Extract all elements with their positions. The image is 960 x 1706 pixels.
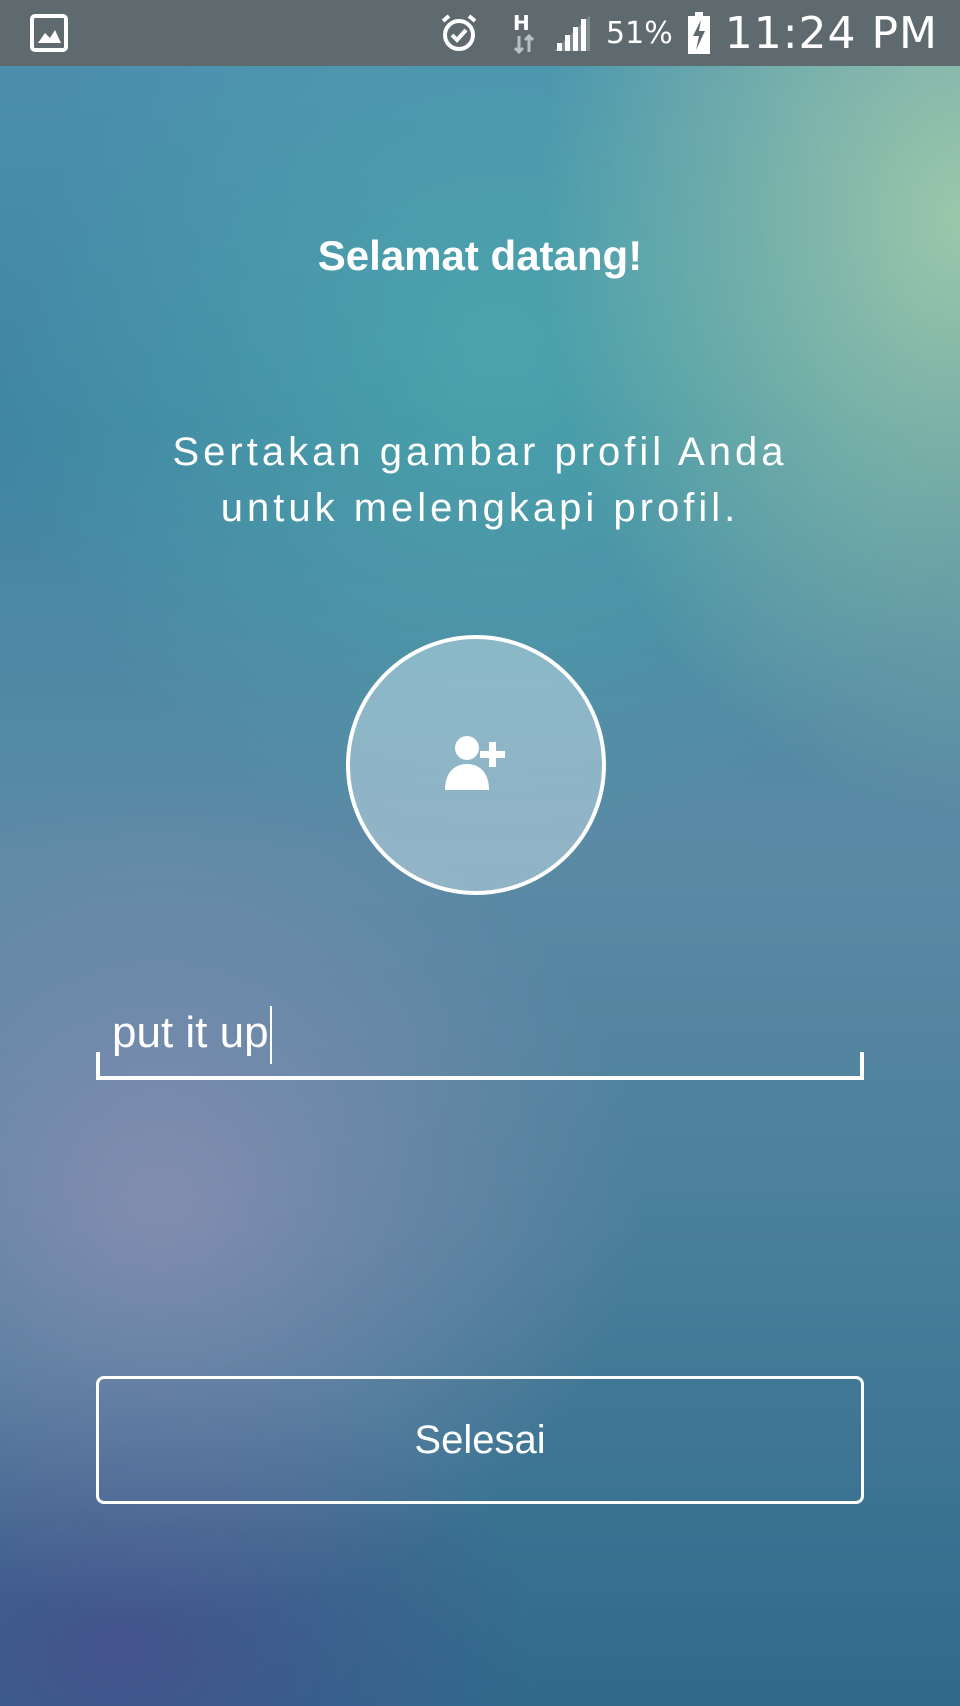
subtitle-line-2: untuk melengkapi profil. bbox=[220, 486, 740, 530]
done-button-label: Selesai bbox=[414, 1417, 546, 1462]
gallery-notification-icon bbox=[30, 14, 68, 52]
welcome-title: Selamat datang! bbox=[317, 232, 643, 279]
name-input[interactable]: put it up bbox=[112, 1000, 842, 1066]
screen: H 51% 11:24 PM Selamat datang! Sertakan … bbox=[0, 0, 960, 1706]
text-cursor bbox=[269, 1006, 272, 1065]
add-user-icon bbox=[443, 732, 509, 799]
input-underline bbox=[96, 1076, 864, 1080]
battery-charging-icon bbox=[687, 11, 711, 55]
hspa-data-icon: H bbox=[510, 10, 538, 56]
input-underline-right-tick bbox=[860, 1052, 864, 1080]
welcome-subtitle: Sertakan gambar profil Anda untuk meleng… bbox=[100, 424, 860, 536]
battery-percent: 51% bbox=[606, 15, 673, 51]
input-underline-left-tick bbox=[96, 1052, 100, 1080]
signal-icon bbox=[552, 13, 592, 53]
name-field[interactable]: put it up bbox=[96, 1000, 864, 1080]
subtitle-line-1: Sertakan gambar profil Anda bbox=[172, 430, 788, 474]
status-icons: H 51% 11:24 PM bbox=[438, 0, 938, 66]
name-input-value: put it up bbox=[112, 1008, 269, 1057]
clock: 11:24 PM bbox=[724, 7, 938, 59]
done-button[interactable]: Selesai bbox=[96, 1376, 864, 1504]
svg-text:H: H bbox=[513, 11, 530, 35]
add-profile-picture-button[interactable] bbox=[346, 635, 606, 895]
alarm-icon bbox=[438, 12, 480, 54]
status-bar: H 51% 11:24 PM bbox=[0, 0, 960, 66]
